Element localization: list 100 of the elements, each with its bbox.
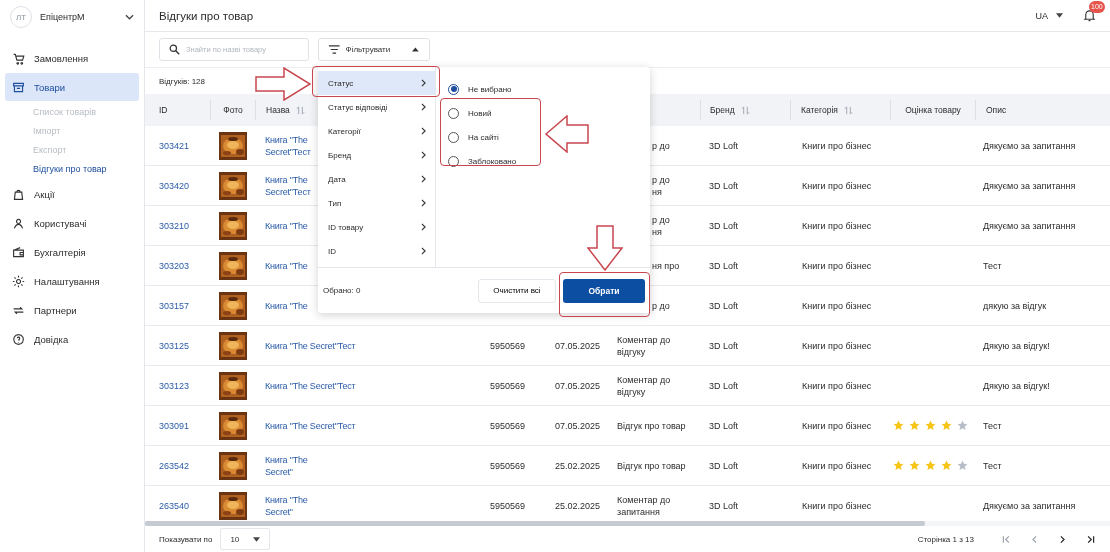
brand: 3D Loft [709, 339, 739, 352]
filter-category[interactable]: Бренд [318, 143, 435, 167]
nav-item[interactable]: Замовлення [5, 44, 139, 72]
article-number: 5950569 [490, 379, 526, 392]
brand: 3D Loft [709, 259, 739, 272]
box-icon [12, 80, 25, 94]
filter-button[interactable]: Фільтрувати [318, 38, 430, 61]
filter-category[interactable]: Тип [318, 191, 435, 215]
bell-icon[interactable] [1083, 9, 1096, 22]
category: Книги про бізнес [802, 299, 872, 312]
review-type: Відгук про товар [617, 419, 686, 432]
product-link[interactable]: Книга "The Secret"Тест [265, 379, 356, 392]
page-size-select[interactable]: 10 [220, 528, 271, 550]
filter-category[interactable]: Статус [318, 71, 435, 95]
brand: 3D Loft [709, 419, 739, 432]
filter-category[interactable]: Дата [318, 167, 435, 191]
review-date: 25.02.2025 [555, 499, 601, 512]
product-link[interactable]: Книга "The Secret" [265, 453, 308, 478]
article-number: 5950569 [490, 339, 526, 352]
review-text: Тест [983, 259, 1002, 272]
brand: 3D Loft [709, 179, 739, 192]
chevron-right-icon [421, 223, 426, 231]
chevron-right-icon [421, 175, 426, 183]
chevron-right-icon [421, 79, 426, 87]
scrollbar[interactable] [145, 521, 925, 526]
language-select[interactable]: UA [1035, 10, 1063, 21]
id-link[interactable]: 303125 [159, 339, 190, 352]
option-label: Не вибрано [468, 84, 512, 94]
chevron-right-icon [421, 127, 426, 135]
option-label: Новий [468, 108, 492, 118]
nav-item[interactable]: Товари [5, 73, 139, 101]
category: Книги про бізнес [802, 259, 872, 272]
product-link[interactable]: Книга "The [265, 259, 308, 272]
caret-icon [1056, 13, 1063, 18]
id-link[interactable]: 303123 [159, 379, 190, 392]
nav-item[interactable]: Довідка [5, 325, 139, 353]
page-size-label: Показувати по [159, 534, 213, 544]
product-link[interactable]: Книга "The Secret" [265, 493, 308, 518]
product-link[interactable]: Книга "The [265, 299, 308, 312]
review-type: Коментар до відгуку [617, 373, 671, 398]
page-info: Сторінка 1 з 13 [917, 534, 974, 544]
nav-item[interactable]: Користувачі [5, 209, 139, 237]
filter-category[interactable]: Категорії [318, 119, 435, 143]
last-page-icon[interactable] [1085, 533, 1096, 545]
bag-icon [12, 187, 25, 201]
cart-icon [12, 51, 25, 65]
chevron-right-icon [421, 151, 426, 159]
filter-category[interactable]: Статус відповіді [318, 95, 435, 119]
category: Книги про бізнес [802, 499, 872, 512]
brand: 3D Loft [709, 499, 739, 512]
clear-button[interactable]: Очистити всі [478, 278, 556, 303]
product-link[interactable]: Книга "The Secret"Тест [265, 419, 356, 432]
user-icon [12, 216, 25, 230]
id-link[interactable]: 263542 [159, 459, 190, 472]
column-header[interactable]: Назва [266, 105, 290, 115]
caret-icon [253, 536, 261, 542]
filter-icon [329, 45, 340, 54]
account-name: ЕпіцентрМ [40, 12, 86, 22]
product-link[interactable]: Книга "The Secret"Тест [265, 339, 356, 352]
nav-item[interactable]: Налаштування [5, 267, 139, 295]
brand: 3D Loft [709, 379, 739, 392]
review-type: Коментар до відгуку [617, 333, 671, 358]
star-icon [909, 460, 920, 471]
nav-item[interactable]: Бухгалтерія [5, 238, 139, 266]
wallet-icon [12, 245, 25, 259]
id-link[interactable]: 303210 [159, 219, 190, 232]
star-icon [941, 420, 952, 431]
product-link[interactable]: Книга "The Secret"Тест [265, 133, 311, 158]
apply-button[interactable]: Обрати [563, 278, 645, 303]
star-icon [957, 420, 968, 431]
review-date: 25.02.2025 [555, 459, 601, 472]
review-type: р до [652, 139, 670, 152]
chevron-down-icon[interactable] [125, 14, 134, 20]
article-number: 5950569 [490, 499, 526, 512]
option-label: На сайті [468, 132, 499, 142]
column-header[interactable]: Бренд [710, 105, 735, 115]
review-type: Коментар до запитання [617, 493, 671, 518]
id-link[interactable]: 303421 [159, 139, 190, 152]
star-icon [925, 460, 936, 471]
product-link[interactable]: Книга "The [265, 219, 308, 232]
id-link[interactable]: 303091 [159, 419, 190, 432]
nav-item[interactable]: Акції [5, 180, 139, 208]
chevron-right-icon [421, 199, 426, 207]
product-link[interactable]: Книга "The Secret"Тест [265, 173, 311, 198]
id-link[interactable]: 303157 [159, 299, 190, 312]
filter-category[interactable]: ID [318, 239, 435, 263]
nav-item[interactable]: Партнери [5, 296, 139, 324]
id-link[interactable]: 303203 [159, 259, 190, 272]
brand: 3D Loft [709, 299, 739, 312]
subnav-item[interactable]: Відгуки про товар [33, 160, 144, 179]
filter-category[interactable]: ID товару [318, 215, 435, 239]
id-link[interactable]: 303420 [159, 179, 190, 192]
review-date: 07.05.2025 [555, 339, 601, 352]
category: Книги про бізнес [802, 139, 872, 152]
id-link[interactable]: 263540 [159, 499, 190, 512]
review-text: Тест [983, 419, 1002, 432]
review-type: р до [652, 299, 670, 312]
annotation-arrow [545, 115, 589, 153]
review-text: Дякуємо за запитання [983, 139, 1076, 152]
column-header[interactable]: Категорія [801, 105, 838, 115]
